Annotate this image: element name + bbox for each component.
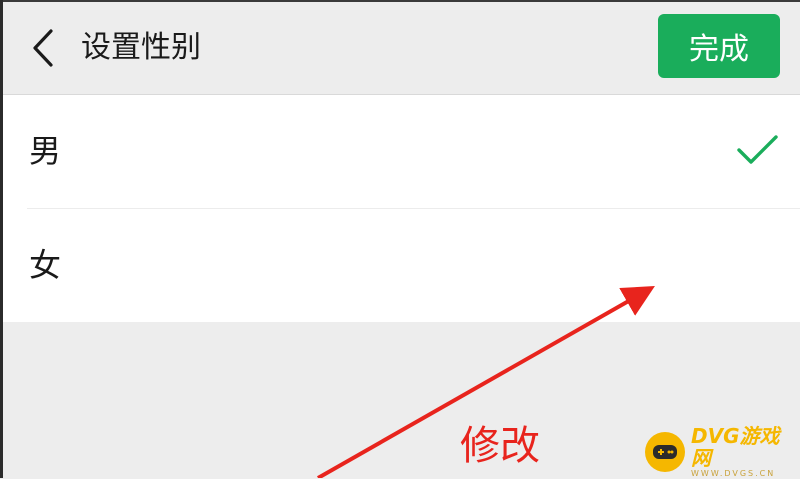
- watermark-text: DVG游戏网: [691, 424, 780, 470]
- page-title: 设置性别: [81, 30, 201, 65]
- check-icon: [737, 135, 778, 164]
- option-label: 男: [29, 132, 62, 170]
- navigation-bar: 设置性别 完成: [3, 2, 800, 94]
- option-label: 女: [29, 246, 62, 284]
- back-button[interactable]: [23, 24, 63, 72]
- annotation-label: 修改: [460, 423, 540, 469]
- gender-option-list: 男 女: [3, 95, 800, 322]
- chevron-left-icon: [33, 29, 53, 67]
- option-male[interactable]: 男: [3, 95, 800, 209]
- option-female[interactable]: 女: [3, 209, 800, 322]
- gamepad-icon: [645, 432, 685, 472]
- done-button[interactable]: 完成: [658, 14, 780, 78]
- site-watermark: DVG游戏网 WWW.DVGS.CN: [645, 425, 797, 478]
